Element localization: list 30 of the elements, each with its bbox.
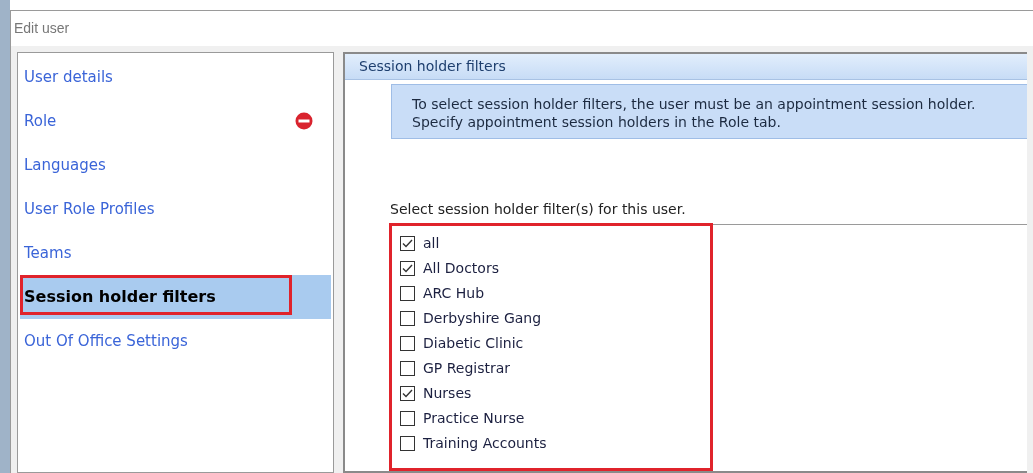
checkbox-icon[interactable] [400,311,415,326]
checkbox-checked-icon[interactable] [400,261,415,276]
filter-checkbox[interactable]: All Doctors [400,256,710,281]
sidebar-item[interactable]: Teams [20,231,331,275]
sidebar-item[interactable]: Role [20,99,331,143]
sidebar-item[interactable]: Languages [20,143,331,187]
window-title: Edit user [11,11,1033,46]
filter-checkbox[interactable]: GP Registrar [400,356,710,381]
checkbox-icon[interactable] [400,436,415,451]
checkbox-checked-icon[interactable] [400,386,415,401]
sidebar-item[interactable]: Session holder filters [20,275,331,319]
filter-checkbox[interactable]: Diabetic Clinic [400,331,710,356]
checkbox-checked-icon[interactable] [400,236,415,251]
sidebar-item[interactable]: User Role Profiles [20,187,331,231]
filter-checkbox[interactable]: Practice Nurse [400,406,710,431]
panel-header: Session holder filters [345,54,1027,80]
filter-checkbox[interactable]: Derbyshire Gang [400,306,710,331]
checkbox-icon[interactable] [400,411,415,426]
filter-checkbox[interactable]: Training Accounts [400,431,710,456]
filter-checkbox[interactable]: all [400,231,710,256]
filter-checkbox[interactable]: Nurses [400,381,710,406]
filter-checkbox[interactable]: ARC Hub [400,281,710,306]
sidebar-item[interactable]: User details [20,55,331,99]
error-icon [295,112,313,130]
checkbox-icon[interactable] [400,336,415,351]
list-label: Select session holder filter(s) for this user. [390,200,687,219]
info-message: To select session holder filters, the user must be an appointment session holder. Specify appointment session holders in the Role tab. [391,84,1027,139]
checkbox-icon[interactable] [400,286,415,301]
sidebar-item[interactable]: Out Of Office Settings [20,319,331,363]
checkbox-icon[interactable] [400,361,415,376]
